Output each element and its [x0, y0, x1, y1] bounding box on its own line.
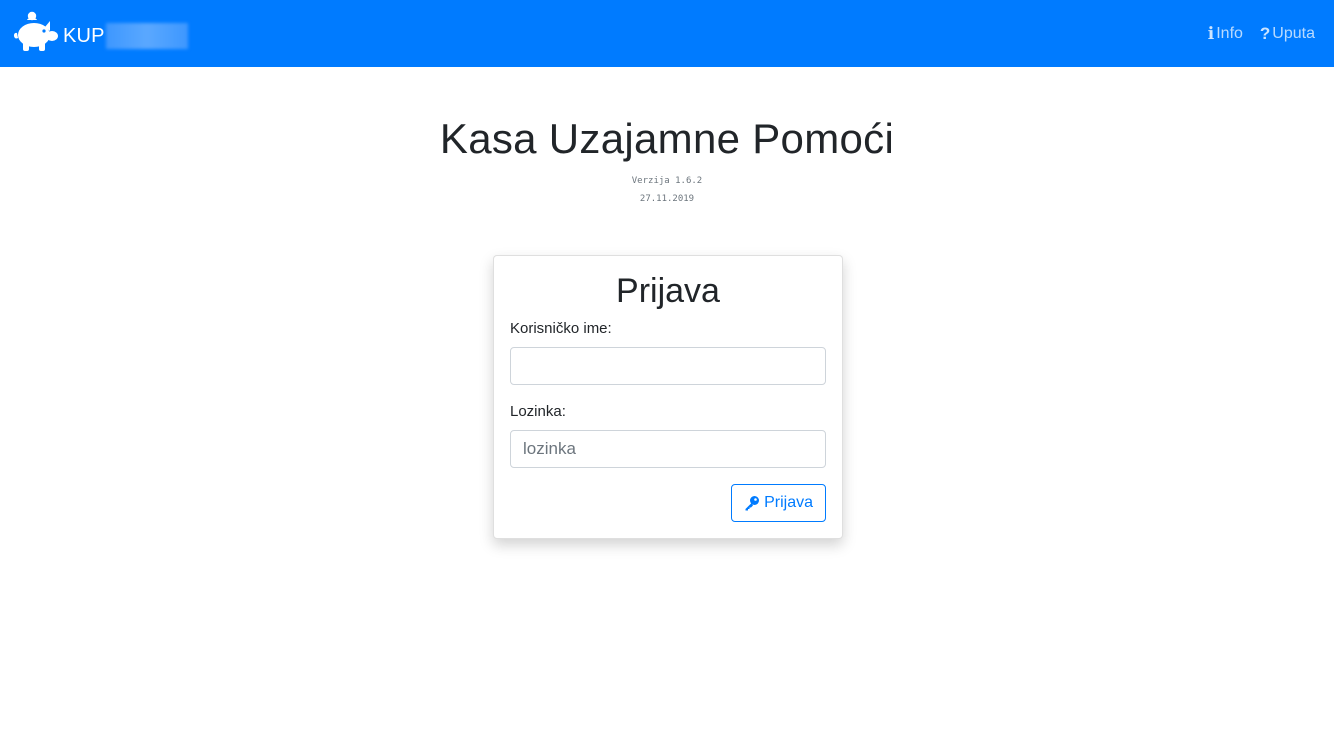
login-button[interactable]: Prijava	[731, 484, 826, 522]
nav-link-uputa[interactable]: ? Uputa	[1260, 24, 1315, 44]
question-icon: ?	[1259, 24, 1271, 43]
top-navbar: KUP ℹ Info ? Uputa	[0, 0, 1334, 67]
page-title: Kasa Uzajamne Pomoći	[439, 115, 895, 162]
brand-text-redacted	[105, 23, 188, 49]
brand-text: KUP	[63, 24, 105, 47]
nav-link-info[interactable]: ℹ Info	[1208, 24, 1243, 44]
release-date: 27.11.2019	[639, 194, 695, 204]
key-icon	[745, 496, 760, 511]
login-button-label: Prijava	[764, 494, 813, 511]
version-text: Verzija 1.6.2	[631, 176, 703, 186]
password-input[interactable]	[510, 430, 826, 468]
brand[interactable]: KUP	[12, 11, 188, 53]
info-icon: ℹ	[1207, 24, 1215, 43]
nav-links: ℹ Info ? Uputa	[1208, 24, 1315, 44]
username-input[interactable]	[510, 347, 826, 385]
nav-link-info-label: Info	[1216, 25, 1243, 42]
password-label: Lozinka:	[510, 403, 566, 420]
login-card: Prijava Korisničko ime: Lozinka: Prijava	[493, 255, 843, 539]
nav-link-uputa-label: Uputa	[1272, 25, 1315, 42]
username-label: Korisničko ime:	[510, 320, 612, 337]
piggy-bank-icon	[13, 11, 58, 51]
login-title: Prijava	[616, 272, 720, 310]
